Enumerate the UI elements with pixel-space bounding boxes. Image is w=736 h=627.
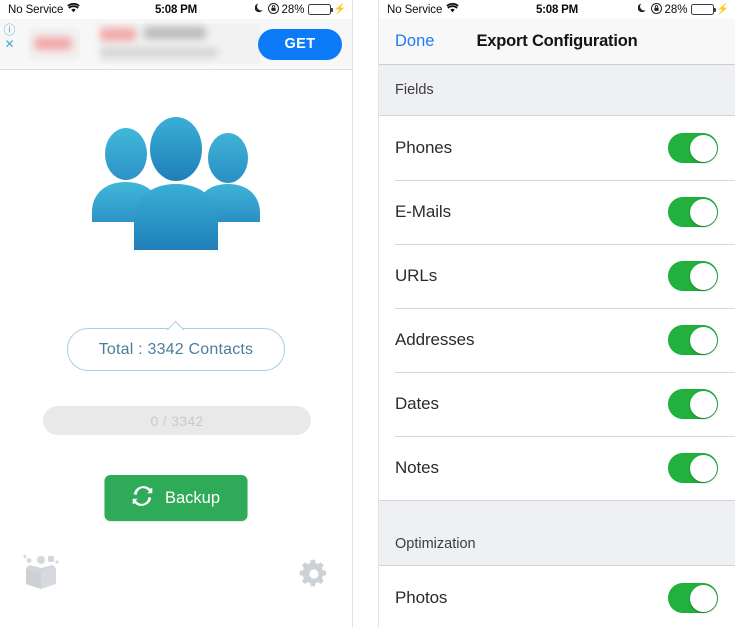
- toggle-dates[interactable]: [668, 389, 718, 419]
- row-label: E-Mails: [395, 202, 451, 221]
- battery-percent-label: 28%: [664, 3, 688, 16]
- gear-icon: [298, 559, 330, 594]
- row-label: Addresses: [395, 330, 475, 349]
- section-rows-fields: Phones E-Mails URLs Addresses Dates Note…: [379, 115, 735, 501]
- toggle-knob: [689, 262, 717, 290]
- status-bar-right-group-2: 28% ⚡: [637, 2, 729, 17]
- status-bar-left: No Service 5:08 PM 28% ⚡: [0, 0, 352, 19]
- carrier-label: No Service: [8, 3, 64, 16]
- table-row[interactable]: Dates: [379, 372, 735, 436]
- status-bar-left-group: No Service: [8, 2, 80, 16]
- table-row[interactable]: Phones: [379, 116, 735, 180]
- carrier-label: No Service: [387, 3, 443, 16]
- status-bar-right: No Service 5:08 PM 28% ⚡: [379, 0, 735, 19]
- table-row[interactable]: Photos: [379, 566, 735, 627]
- ad-get-button[interactable]: GET: [258, 28, 342, 60]
- ad-banner[interactable]: ⓘ ✕ GET: [0, 19, 352, 70]
- backup-progress-label: 0 / 3342: [150, 412, 204, 429]
- open-box-restore-icon: [22, 554, 60, 594]
- dual-screenshot-container: No Service 5:08 PM 28% ⚡ ⓘ ✕ GET Total:…: [0, 0, 736, 627]
- ad-marks: ⓘ ✕: [3, 24, 16, 51]
- screens-divider: [353, 0, 378, 627]
- total-contacts-badge: Total : 3342 Contacts: [67, 328, 285, 371]
- table-row[interactable]: URLs: [379, 244, 735, 308]
- ad-info-icon[interactable]: ⓘ: [3, 24, 16, 37]
- export-configuration-list[interactable]: Fields Phones E-Mails URLs Addresses Dat…: [379, 65, 735, 627]
- section-rows-optimization: Photos: [379, 565, 735, 627]
- row-label: URLs: [395, 266, 438, 285]
- do-not-disturb-moon-icon: [637, 3, 648, 16]
- toggle-emails[interactable]: [668, 197, 718, 227]
- row-label: Photos: [395, 588, 448, 607]
- battery-percent-label: 28%: [281, 3, 305, 16]
- wifi-icon: [67, 2, 80, 16]
- rotation-lock-icon: [267, 2, 279, 17]
- left-phone-screen: No Service 5:08 PM 28% ⚡ ⓘ ✕ GET Total:…: [0, 0, 353, 627]
- toggle-knob: [689, 454, 717, 482]
- done-button[interactable]: Done: [395, 32, 434, 51]
- sync-refresh-icon: [132, 485, 154, 512]
- table-row[interactable]: Notes: [379, 436, 735, 500]
- right-phone-screen: No Service 5:08 PM 28% ⚡ Done Export Con…: [378, 0, 735, 627]
- navigation-bar: Done Export Configuration: [379, 19, 735, 65]
- contacts-group-icon: [0, 116, 352, 251]
- left-main-body: Total : 3342 Contacts 0 / 3342 Backup: [0, 70, 352, 627]
- lightning-bolt-icon: ⚡: [333, 3, 346, 15]
- section-header-fields: Fields: [379, 65, 735, 115]
- row-label: Dates: [395, 394, 439, 413]
- ad-close-icon[interactable]: ✕: [3, 38, 16, 51]
- row-label: Notes: [395, 458, 439, 477]
- status-bar-right-group: 28% ⚡: [254, 2, 346, 17]
- restore-button[interactable]: [22, 554, 60, 595]
- toggle-addresses[interactable]: [668, 325, 718, 355]
- status-bar-left-group-2: No Service: [387, 2, 459, 16]
- rotation-lock-icon: [650, 2, 662, 17]
- badge-tail: [165, 320, 187, 330]
- backup-progress-bar: 0 / 3342: [43, 406, 311, 435]
- toggle-knob: [689, 198, 717, 226]
- toggle-knob: [689, 134, 717, 162]
- settings-button[interactable]: [298, 558, 330, 595]
- row-label: Phones: [395, 138, 453, 157]
- table-row[interactable]: E-Mails: [379, 180, 735, 244]
- battery-icon: [690, 4, 716, 15]
- toggle-knob: [689, 326, 717, 354]
- wifi-icon: [446, 2, 459, 16]
- toggle-photos[interactable]: [668, 583, 718, 613]
- ad-thumbnail: [28, 27, 80, 61]
- toggle-knob: [689, 390, 717, 418]
- backup-button-label: Backup: [164, 488, 221, 507]
- toggle-urls[interactable]: [668, 261, 718, 291]
- do-not-disturb-moon-icon: [254, 3, 265, 16]
- toggle-knob: [689, 584, 717, 612]
- toggle-notes[interactable]: [668, 453, 718, 483]
- lightning-bolt-icon: ⚡: [716, 3, 729, 15]
- battery-icon: [307, 4, 333, 15]
- total-contacts-label: Total : 3342 Contacts: [98, 340, 254, 358]
- backup-button[interactable]: Backup: [104, 475, 248, 521]
- table-row[interactable]: Addresses: [379, 308, 735, 372]
- section-header-optimization: Optimization: [379, 501, 735, 565]
- toggle-phones[interactable]: [668, 133, 718, 163]
- ad-text-blurred: [100, 24, 260, 64]
